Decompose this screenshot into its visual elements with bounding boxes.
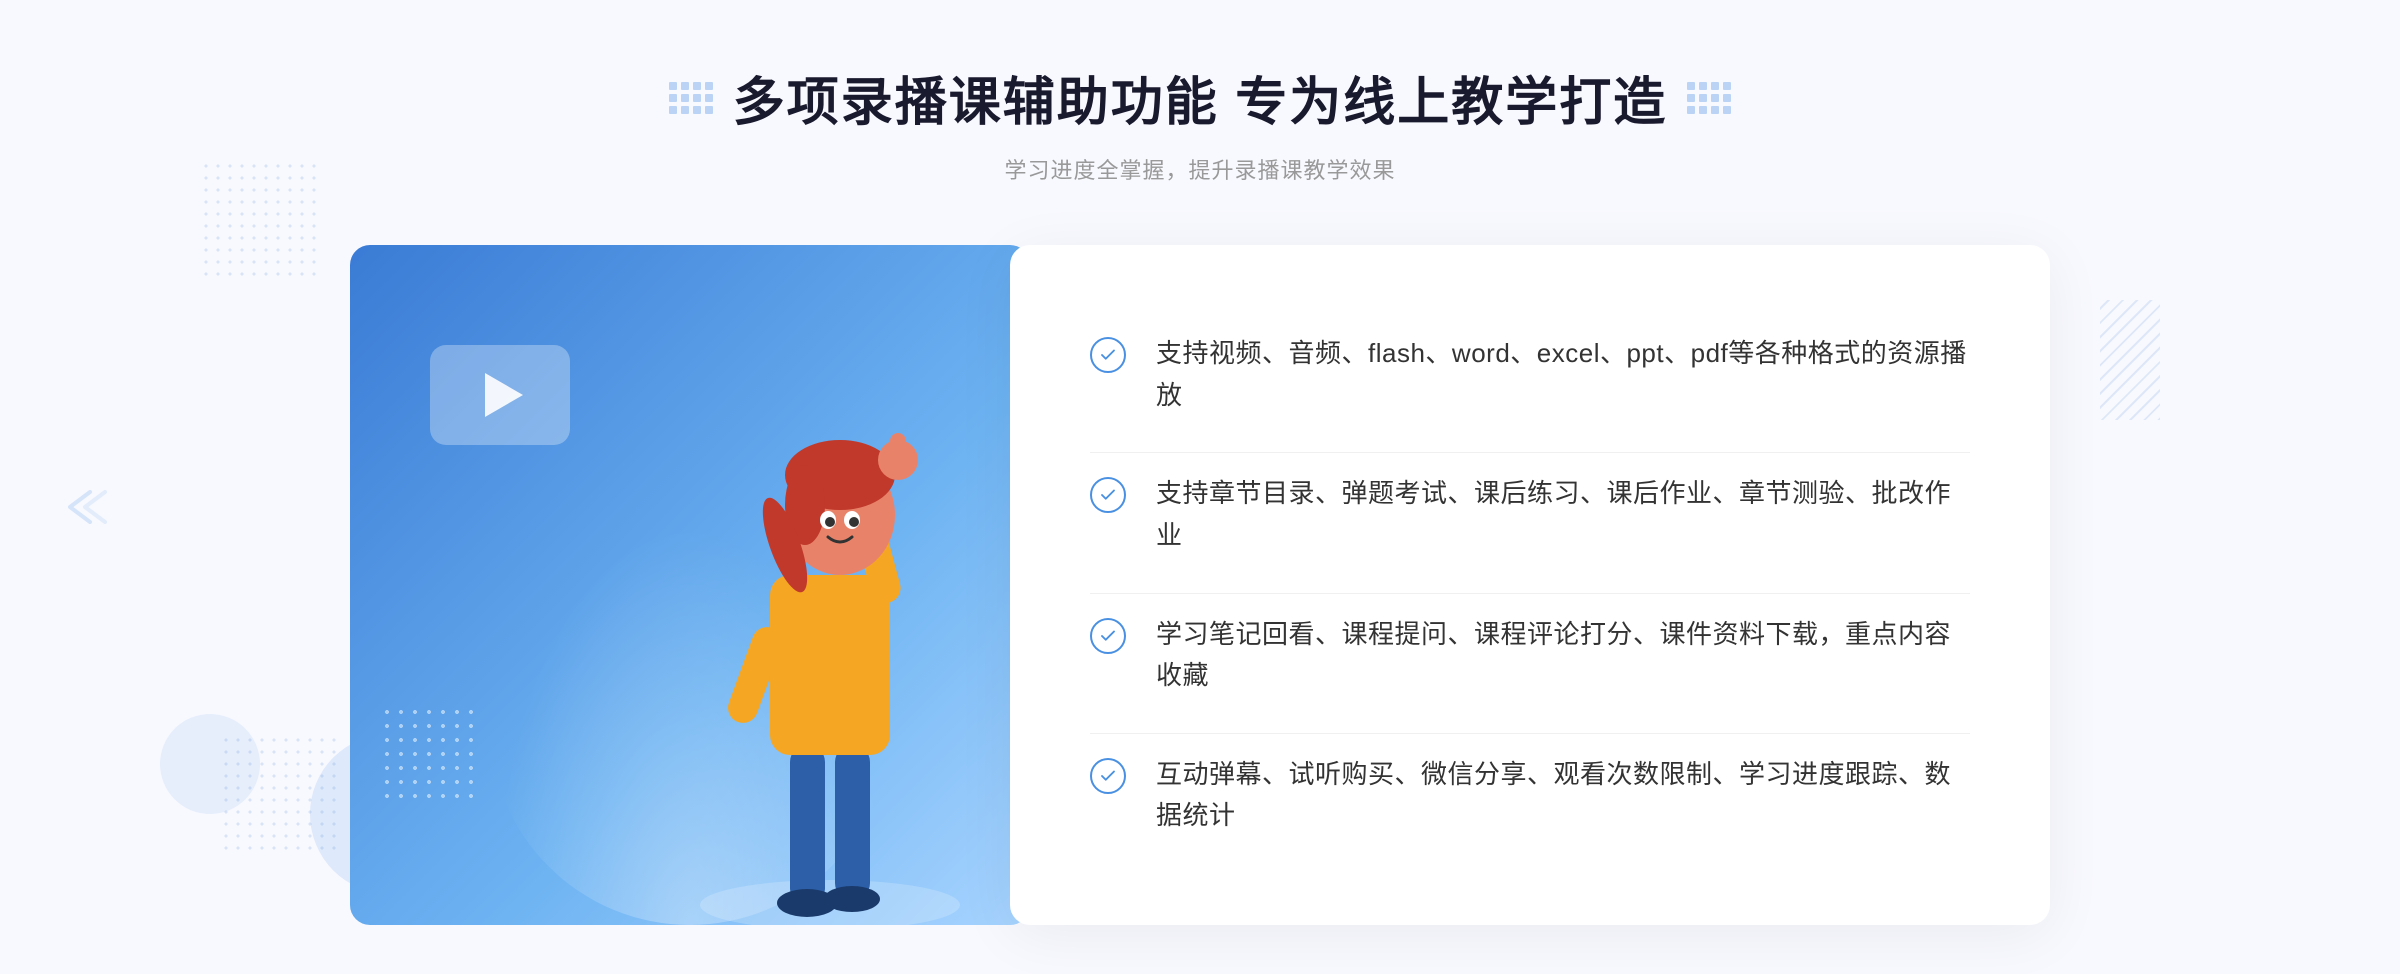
play-bubble xyxy=(430,345,570,445)
stripe-decoration xyxy=(2100,300,2160,420)
check-icon-3 xyxy=(1090,618,1126,654)
feature-text-1: 支持视频、音频、flash、word、excel、ppt、pdf等各种格式的资源… xyxy=(1156,333,1970,416)
feature-item-3: 学习笔记回看、课程提问、课程评论打分、课件资料下载，重点内容收藏 xyxy=(1090,593,1970,717)
deco-grid-right xyxy=(1687,82,1731,114)
check-icon-1 xyxy=(1090,337,1126,373)
play-icon xyxy=(485,373,523,417)
feature-text-4: 互动弹幕、试听购买、微信分享、观看次数限制、学习进度跟踪、数据统计 xyxy=(1156,754,1970,837)
dot-pattern-top-left xyxy=(200,160,320,280)
illustration-card xyxy=(350,245,1030,925)
deco-circle-2 xyxy=(160,714,260,814)
main-title: 多项录播课辅助功能 专为线上教学打造 xyxy=(733,60,1667,135)
person-figure xyxy=(670,345,990,925)
illus-dots xyxy=(380,705,480,805)
feature-text-2: 支持章节目录、弹题考试、课后练习、课后作业、章节测验、批改作业 xyxy=(1156,473,1970,556)
feature-item-2: 支持章节目录、弹题考试、课后练习、课后作业、章节测验、批改作业 xyxy=(1090,452,1970,576)
check-icon-4 xyxy=(1090,758,1126,794)
header-section: 多项录播课辅助功能 专为线上教学打造 学习进度全掌握，提升录播课教学效果 xyxy=(669,60,1731,185)
subtitle: 学习进度全掌握，提升录播课教学效果 xyxy=(669,153,1731,185)
page-container: 多项录播课辅助功能 专为线上教学打造 学习进度全掌握，提升录播课教学效果 xyxy=(0,0,2400,974)
feature-item-4: 互动弹幕、试听购买、微信分享、观看次数限制、学习进度跟踪、数据统计 xyxy=(1090,733,1970,857)
left-chevron-decoration xyxy=(60,487,110,536)
check-icon-2 xyxy=(1090,477,1126,513)
deco-grid-left xyxy=(669,82,713,114)
title-row: 多项录播课辅助功能 专为线上教学打造 xyxy=(669,60,1731,135)
feature-item-1: 支持视频、音频、flash、word、excel、ppt、pdf等各种格式的资源… xyxy=(1090,313,1970,436)
info-panel: 支持视频、音频、flash、word、excel、ppt、pdf等各种格式的资源… xyxy=(1010,245,2050,925)
content-area: 支持视频、音频、flash、word、excel、ppt、pdf等各种格式的资源… xyxy=(350,245,2050,925)
feature-text-3: 学习笔记回看、课程提问、课程评论打分、课件资料下载，重点内容收藏 xyxy=(1156,614,1970,697)
